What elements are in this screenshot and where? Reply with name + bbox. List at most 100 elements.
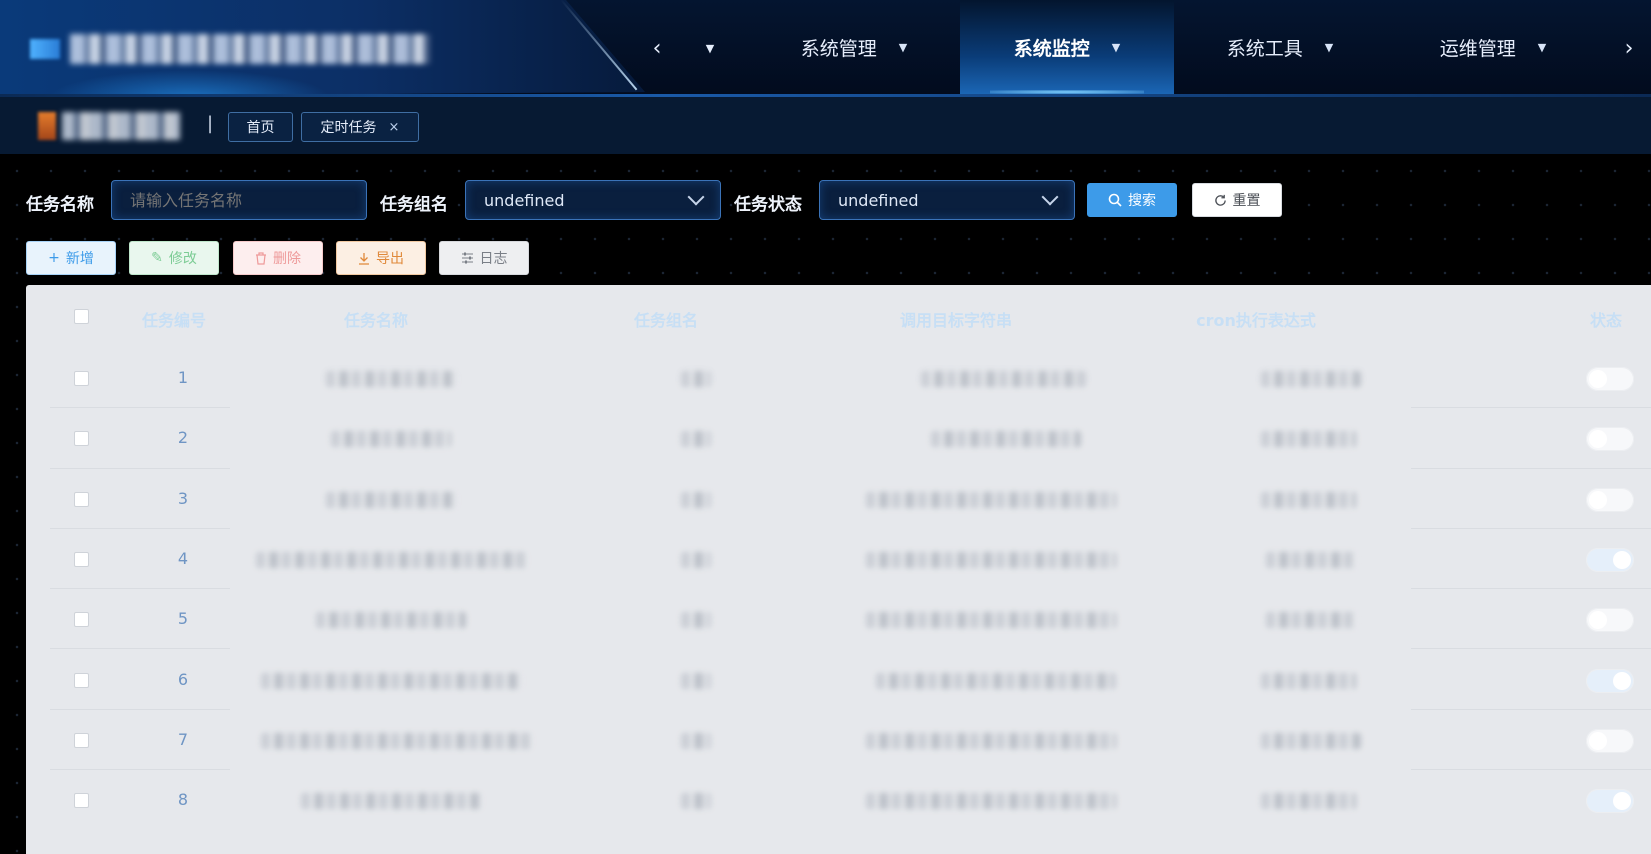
task-group-select[interactable]: undefined bbox=[465, 180, 721, 220]
job-table: 任务编号 任务名称 任务组名 调用目标字符串 cron执行表达式 状态 1 2 … bbox=[26, 285, 1651, 854]
delete-button[interactable]: 删除 bbox=[233, 241, 323, 275]
chevron-down-icon: ▼ bbox=[1537, 40, 1547, 54]
task-id-cell: 4 bbox=[177, 549, 189, 568]
tab-scheduled-tasks[interactable]: 定时任务 × bbox=[301, 112, 419, 142]
redacted-cell bbox=[261, 673, 521, 689]
task-status-select[interactable]: undefined bbox=[819, 180, 1075, 220]
column-header-task-group[interactable]: 任务组名 bbox=[606, 307, 726, 331]
row-divider bbox=[1411, 528, 1651, 529]
tab-home[interactable]: 首页 bbox=[228, 112, 293, 142]
row-divider bbox=[1411, 468, 1651, 469]
row-checkbox[interactable] bbox=[74, 673, 89, 688]
task-id-cell: 6 bbox=[177, 670, 189, 689]
redacted-cell bbox=[866, 733, 1116, 749]
redacted-cell bbox=[681, 371, 711, 387]
chevron-down-icon: ▼ bbox=[1324, 40, 1334, 54]
status-toggle[interactable] bbox=[1586, 608, 1634, 632]
chevron-down-icon bbox=[687, 188, 705, 206]
row-checkbox[interactable] bbox=[74, 371, 89, 386]
row-checkbox[interactable] bbox=[74, 431, 89, 446]
task-name-input[interactable] bbox=[111, 180, 367, 220]
column-header-cron-expression[interactable]: cron执行表达式 bbox=[1156, 307, 1356, 331]
toggle-knob bbox=[1589, 611, 1607, 629]
column-header-task-name[interactable]: 任务名称 bbox=[276, 307, 476, 331]
top-header: ‹ ▼ 系统管理 ▼ 系统监控 ▼ 系统工具 ▼ 运维管理 ▼ › bbox=[0, 0, 1651, 97]
column-header-task-id[interactable]: 任务编号 bbox=[124, 307, 224, 331]
column-header-invoke-target[interactable]: 调用目标字符串 bbox=[846, 307, 1066, 331]
nav-item-label: 运维管理 bbox=[1439, 37, 1516, 60]
tabs-bar: | 首页 定时任务 × bbox=[0, 97, 1651, 154]
row-divider bbox=[50, 648, 230, 649]
export-button[interactable]: 导出 bbox=[336, 241, 426, 275]
redacted-cell bbox=[1261, 431, 1356, 447]
row-divider bbox=[50, 528, 230, 529]
toggle-knob bbox=[1589, 491, 1607, 509]
tab-label: 首页 bbox=[246, 120, 275, 136]
row-divider bbox=[50, 709, 230, 710]
toggle-knob bbox=[1589, 732, 1607, 750]
log-button[interactable]: 日志 bbox=[439, 241, 529, 275]
redacted-cell bbox=[866, 612, 1116, 628]
edit-button[interactable]: ✎ 修改 bbox=[129, 241, 219, 275]
task-group-value: undefined bbox=[484, 190, 565, 210]
redacted-cell bbox=[1266, 552, 1356, 568]
nav-next-arrow-icon[interactable]: › bbox=[1618, 34, 1640, 64]
select-all-checkbox[interactable] bbox=[74, 309, 89, 324]
tab-label: 定时任务 bbox=[320, 120, 377, 136]
status-toggle[interactable] bbox=[1586, 427, 1634, 451]
row-divider bbox=[50, 468, 230, 469]
row-checkbox[interactable] bbox=[74, 552, 89, 567]
redacted-cell bbox=[256, 552, 526, 568]
nav-item-label: 系统工具 bbox=[1226, 37, 1303, 60]
nav-item-system-monitor[interactable]: 系统监控 ▼ bbox=[960, 0, 1174, 94]
redacted-cell bbox=[681, 552, 711, 568]
search-button[interactable]: 搜索 bbox=[1087, 183, 1177, 217]
redacted-cell bbox=[1266, 612, 1356, 628]
nav-item-ops-management[interactable]: 运维管理 ▼ bbox=[1386, 0, 1600, 94]
redacted-cell bbox=[921, 371, 1086, 387]
status-toggle[interactable] bbox=[1586, 729, 1634, 753]
redacted-cell bbox=[331, 431, 451, 447]
redacted-cell bbox=[326, 492, 456, 508]
reset-button[interactable]: 重置 bbox=[1192, 183, 1282, 217]
row-divider bbox=[1411, 769, 1651, 770]
edit-icon: ✎ bbox=[151, 250, 163, 266]
edit-button-label: 修改 bbox=[168, 251, 197, 267]
export-button-label: 导出 bbox=[376, 251, 404, 267]
add-button[interactable]: + 新增 bbox=[26, 241, 116, 275]
nav-item-system-management[interactable]: 系统管理 ▼ bbox=[747, 0, 961, 94]
add-button-label: 新增 bbox=[65, 251, 94, 267]
nav-item-system-tools[interactable]: 系统工具 ▼ bbox=[1173, 0, 1387, 94]
refresh-icon bbox=[1214, 194, 1226, 206]
redacted-cell bbox=[866, 492, 1116, 508]
chevron-down-icon[interactable]: ▼ bbox=[699, 34, 721, 64]
row-divider bbox=[1411, 648, 1651, 649]
search-button-label: 搜索 bbox=[1128, 193, 1156, 209]
redacted-cell bbox=[876, 673, 1116, 689]
row-checkbox[interactable] bbox=[74, 492, 89, 507]
user-name-redacted bbox=[62, 112, 180, 140]
status-toggle[interactable] bbox=[1586, 548, 1634, 572]
chevron-down-icon: ▼ bbox=[898, 40, 908, 54]
status-toggle[interactable] bbox=[1586, 789, 1634, 813]
redacted-cell bbox=[931, 431, 1081, 447]
app-title-redacted bbox=[70, 34, 430, 64]
status-toggle[interactable] bbox=[1586, 488, 1634, 512]
row-checkbox[interactable] bbox=[74, 793, 89, 808]
row-checkbox[interactable] bbox=[74, 733, 89, 748]
task-id-cell: 3 bbox=[177, 489, 189, 508]
status-toggle[interactable] bbox=[1586, 367, 1634, 391]
avatar bbox=[38, 112, 56, 140]
column-header-status[interactable]: 状态 bbox=[1581, 307, 1631, 331]
nav-item-label: 系统管理 bbox=[800, 37, 877, 60]
chevron-down-icon: ▼ bbox=[1111, 40, 1121, 54]
toggle-knob bbox=[1613, 792, 1631, 810]
status-toggle[interactable] bbox=[1586, 669, 1634, 693]
nav-prev-arrow-icon[interactable]: ‹ bbox=[646, 34, 668, 64]
toggle-knob bbox=[1589, 430, 1607, 448]
close-icon[interactable]: × bbox=[389, 120, 400, 135]
row-divider bbox=[50, 588, 230, 589]
redacted-cell bbox=[1261, 673, 1356, 689]
task-status-label: 任务状态 bbox=[734, 195, 802, 215]
row-checkbox[interactable] bbox=[74, 612, 89, 627]
